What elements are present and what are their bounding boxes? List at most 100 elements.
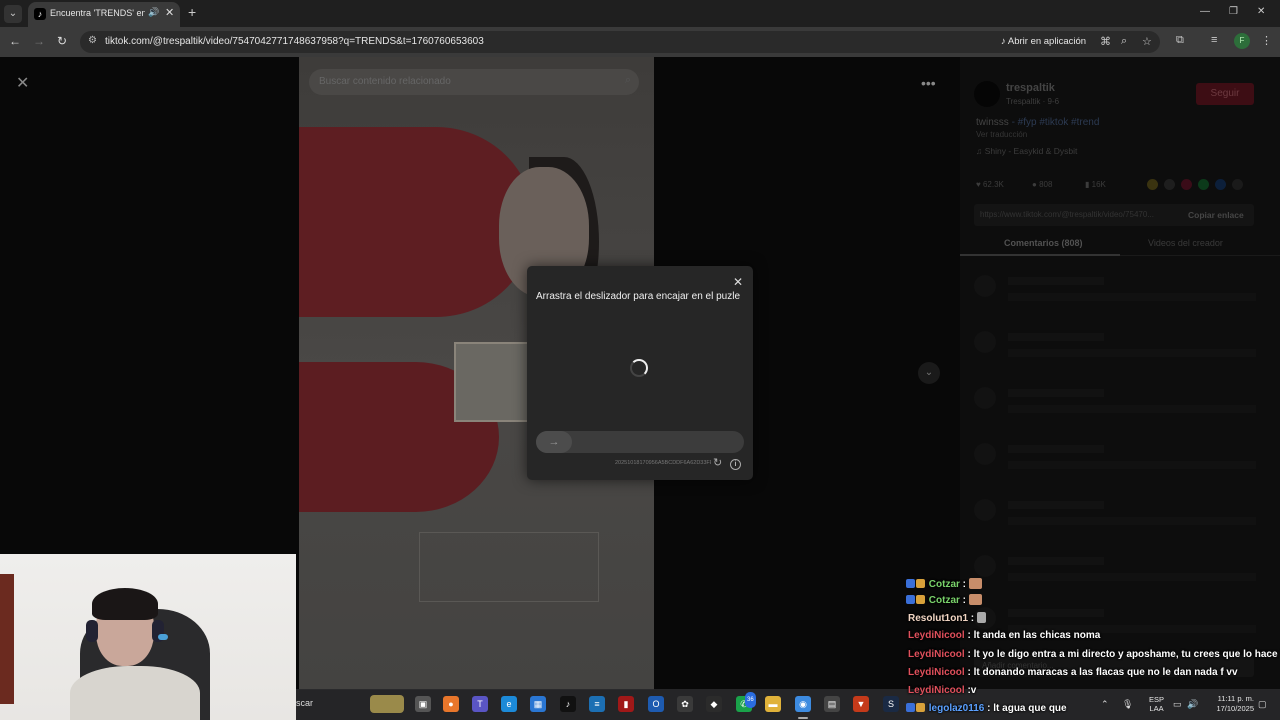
- comment-skeleton: [960, 377, 1280, 427]
- close-window-icon[interactable]: ✕: [1257, 6, 1265, 17]
- tab-active[interactable]: ♪ Encuentra 'TRENDS' en TikTok 🔊 ✕: [28, 2, 180, 27]
- emote-icon: [976, 612, 986, 623]
- restore-icon[interactable]: ❐: [1229, 6, 1238, 17]
- close-tab-icon[interactable]: ✕: [165, 6, 174, 19]
- chat-message: Resolut1on1 :: [908, 612, 986, 628]
- forward-icon[interactable]: →: [33, 34, 45, 48]
- media-control-icon[interactable]: ≡: [1211, 34, 1217, 46]
- author-subtitle: Trespaltik · 9-6: [1006, 97, 1060, 106]
- unity-icon[interactable]: ◆: [706, 696, 722, 712]
- minimize-icon[interactable]: —: [1200, 6, 1210, 17]
- chat-username: LeydiNicool: [908, 685, 965, 696]
- follow-button[interactable]: Seguir: [1196, 83, 1254, 105]
- site-info-icon[interactable]: ⚙: [88, 35, 97, 46]
- facebook-share-icon[interactable]: [1215, 179, 1226, 190]
- webcam-overlay: [0, 554, 296, 720]
- menu-icon[interactable]: ⋮: [1261, 34, 1272, 47]
- headset-icon: [86, 620, 98, 642]
- comment-stat[interactable]: ● 808: [1032, 180, 1052, 189]
- chat-message: legolaz0116 : lt agua que que: [906, 703, 1067, 719]
- profile-avatar[interactable]: F: [1234, 33, 1250, 49]
- tab-title: Encuentra 'TRENDS' en TikTok: [50, 8, 145, 18]
- brave-icon[interactable]: ▼: [853, 696, 869, 712]
- back-icon[interactable]: ←: [9, 34, 21, 48]
- taskbar-search-text[interactable]: scar: [296, 698, 313, 708]
- comment-skeleton: [960, 265, 1280, 315]
- author-avatar[interactable]: [974, 81, 1000, 107]
- emote-icon: [968, 578, 982, 589]
- description-text: twinsss: [976, 117, 1009, 128]
- translate-icon[interactable]: ⌘: [1100, 35, 1111, 48]
- close-icon[interactable]: ✕: [733, 275, 743, 289]
- captcha-title: Arrastra el deslizador para encajar en e…: [536, 291, 740, 302]
- steam-icon[interactable]: S: [883, 696, 899, 712]
- video-link-text: https://www.tiktok.com/@trespaltik/video…: [980, 210, 1154, 219]
- chat-text: lt yo le digo entra a mi directo y aposh…: [973, 649, 1280, 660]
- file-explorer-icon[interactable]: ▬: [765, 696, 781, 712]
- tab-creator-videos[interactable]: Videos del creador: [1148, 238, 1223, 248]
- video-link-box: https://www.tiktok.com/@trespaltik/video…: [974, 204, 1254, 226]
- translate-link[interactable]: Ver traducción: [976, 130, 1027, 139]
- slider-handle-arrow-icon[interactable]: →: [536, 431, 572, 453]
- extensions-icon[interactable]: ⧉: [1176, 34, 1184, 47]
- chat-username: LeydiNicool: [908, 649, 965, 660]
- video-frame-board: [454, 342, 529, 422]
- tiktok-icon[interactable]: ♪: [560, 696, 576, 712]
- share-arrow-icon[interactable]: [1232, 179, 1243, 190]
- tab-search-button[interactable]: ⌄: [4, 5, 22, 23]
- save-stat[interactable]: ▮ 16K: [1085, 180, 1106, 189]
- chrome-icon[interactable]: ◉: [795, 696, 811, 712]
- new-tab-button[interactable]: +: [188, 4, 196, 20]
- embed-icon[interactable]: [1164, 179, 1175, 190]
- open-in-app-button[interactable]: ♪ Abrir en aplicación: [995, 34, 1092, 50]
- bookmark-star-icon[interactable]: ☆: [1142, 35, 1152, 48]
- description-hashtags[interactable]: - #fyp #tiktok #trend: [1012, 117, 1100, 128]
- refresh-icon[interactable]: ↻: [713, 456, 722, 469]
- headset-mic: [158, 634, 168, 640]
- captcha-id: 20251018170956A5BCDDF6A62D33FE9D: [615, 460, 711, 466]
- chat-username: Cotzar: [928, 579, 960, 590]
- store-icon[interactable]: ▦: [530, 696, 546, 712]
- badge-icon: [906, 579, 915, 588]
- app-icon[interactable]: ✿: [677, 696, 693, 712]
- app-icon[interactable]: ▤: [824, 696, 840, 712]
- firefox-icon[interactable]: ●: [443, 696, 459, 712]
- app-red-icon[interactable]: ▮: [618, 696, 634, 712]
- url-text[interactable]: tiktok.com/@trespaltik/video/75470427717…: [105, 36, 484, 47]
- chat-text: lt agua que que: [993, 703, 1067, 714]
- chat-message: LeydiNicool : lt anda en las chicas noma: [908, 630, 1101, 641]
- repost-icon[interactable]: [1181, 179, 1192, 190]
- chat-message: LeydiNicool :v: [908, 685, 976, 701]
- like-stat[interactable]: ♥ 62.3K: [976, 180, 1004, 189]
- info-icon[interactable]: i: [730, 459, 741, 470]
- speaker-icon[interactable]: 🔊: [148, 7, 159, 18]
- outlook-icon[interactable]: O: [648, 696, 664, 712]
- task-view-icon[interactable]: ▣: [415, 696, 431, 712]
- author-name[interactable]: trespaltik: [1006, 82, 1055, 94]
- reload-icon[interactable]: ↻: [57, 34, 67, 48]
- more-options-icon[interactable]: •••: [921, 75, 936, 91]
- edge-icon[interactable]: e: [501, 696, 517, 712]
- coin-share-icon[interactable]: [1147, 179, 1158, 190]
- active-app-indicator: [798, 717, 808, 719]
- close-icon[interactable]: ✕: [16, 73, 29, 93]
- loading-spinner-icon: [630, 359, 648, 377]
- chevron-down-icon[interactable]: ⌄: [918, 362, 940, 384]
- zoom-icon[interactable]: ⌕: [1121, 35, 1127, 48]
- chat-message: Cotzar :: [906, 594, 982, 610]
- chat-text: lt anda en las chicas noma: [973, 630, 1101, 641]
- whatsapp-share-icon[interactable]: [1198, 179, 1209, 190]
- related-search-input[interactable]: Buscar contenido relacionado ⌕: [309, 69, 639, 95]
- music-link[interactable]: ♫ Shiny - Easykid & Dysbit: [976, 146, 1077, 156]
- captcha-slider-track[interactable]: →: [536, 431, 744, 453]
- address-bar[interactable]: ⚙ tiktok.com/@trespaltik/video/754704277…: [80, 31, 1160, 53]
- stream-chat-overlay: Cotzar : Cotzar : Resolut1on1 : LeydiNic…: [906, 578, 1280, 720]
- search-icon[interactable]: ⌕: [625, 74, 631, 87]
- video-frame-box: [419, 532, 599, 602]
- app-icon[interactable]: ≡: [589, 696, 605, 712]
- tab-comments[interactable]: Comentarios (808): [1004, 238, 1083, 248]
- whatsapp-icon[interactable]: ✆ 36: [736, 692, 756, 712]
- chat-username: LeydiNicool: [908, 667, 965, 678]
- copy-link-button[interactable]: Copiar enlace: [1188, 210, 1244, 220]
- teams-icon[interactable]: T: [472, 696, 488, 712]
